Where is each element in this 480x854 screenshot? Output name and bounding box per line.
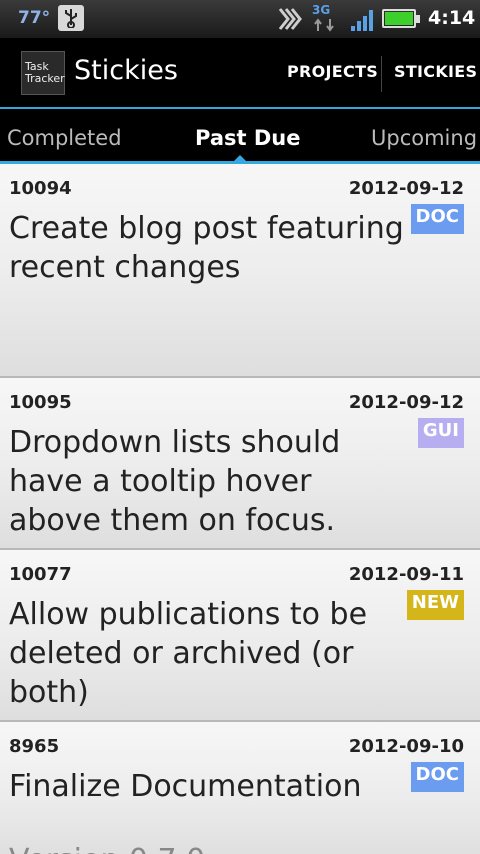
sticky-description: Finalize Documentation	[9, 769, 362, 804]
sticky-card[interactable]: 8965 2012-09-10 Finalize Documentation D…	[0, 722, 480, 854]
sticky-date: 2012-09-12	[348, 392, 464, 413]
battery-icon	[382, 9, 420, 28]
wave-icon	[278, 8, 302, 30]
sticky-id: 10077	[9, 564, 72, 585]
active-tab-arrow-icon	[233, 155, 247, 162]
projects-button[interactable]: PROJECTS	[287, 62, 378, 81]
app-logo[interactable]: Task Tracker	[21, 51, 65, 95]
sticky-tag: GUI	[417, 418, 464, 448]
sticky-date: 2012-09-12	[348, 178, 464, 199]
sticky-card[interactable]: 10077 2012-09-11 Allow publications to b…	[0, 550, 480, 722]
sticky-tag: DOC	[410, 204, 464, 234]
logo-line-2: Tracker	[25, 72, 65, 85]
sticky-date: 2012-09-10	[348, 736, 464, 757]
sticky-date: 2012-09-11	[348, 564, 464, 585]
signal-icon	[351, 10, 373, 31]
page-title: Stickies	[74, 55, 178, 86]
tab-upcoming[interactable]: Upcoming	[371, 126, 477, 150]
temperature-text: 77°	[18, 8, 51, 28]
sticky-description: Dropdown lists should have a tooltip hov…	[9, 425, 341, 538]
version-text: Version 0.7.0	[9, 843, 205, 854]
clock-text: 4:14	[428, 7, 476, 29]
sticky-card[interactable]: 10094 2012-09-12 Create blog post featur…	[0, 164, 480, 378]
sticky-tag: DOC	[410, 762, 464, 792]
sticky-id: 10095	[9, 392, 72, 413]
sticky-id: 10094	[9, 178, 72, 199]
network-type-text: 3G	[312, 3, 331, 17]
sticky-tag: NEW	[406, 590, 464, 620]
stickies-button[interactable]: STICKIES	[394, 62, 477, 81]
sticky-list[interactable]: 10094 2012-09-12 Create blog post featur…	[0, 164, 480, 854]
action-bar: Task Tracker Stickies PROJECTS STICKIES	[0, 38, 480, 108]
action-divider	[381, 56, 382, 92]
status-bar: 77° 3G 4:14	[0, 0, 480, 38]
sticky-card[interactable]: 10095 2012-09-12 Dropdown lists should h…	[0, 378, 480, 550]
tab-completed[interactable]: Completed	[7, 126, 122, 150]
sticky-description: Allow publications to be deleted or arch…	[9, 597, 368, 710]
data-arrows-icon	[314, 18, 334, 32]
tab-past-due[interactable]: Past Due	[195, 126, 300, 150]
sticky-id: 8965	[9, 736, 60, 757]
usb-icon	[58, 5, 84, 31]
sticky-description: Create blog post featuring recent change…	[9, 211, 404, 285]
